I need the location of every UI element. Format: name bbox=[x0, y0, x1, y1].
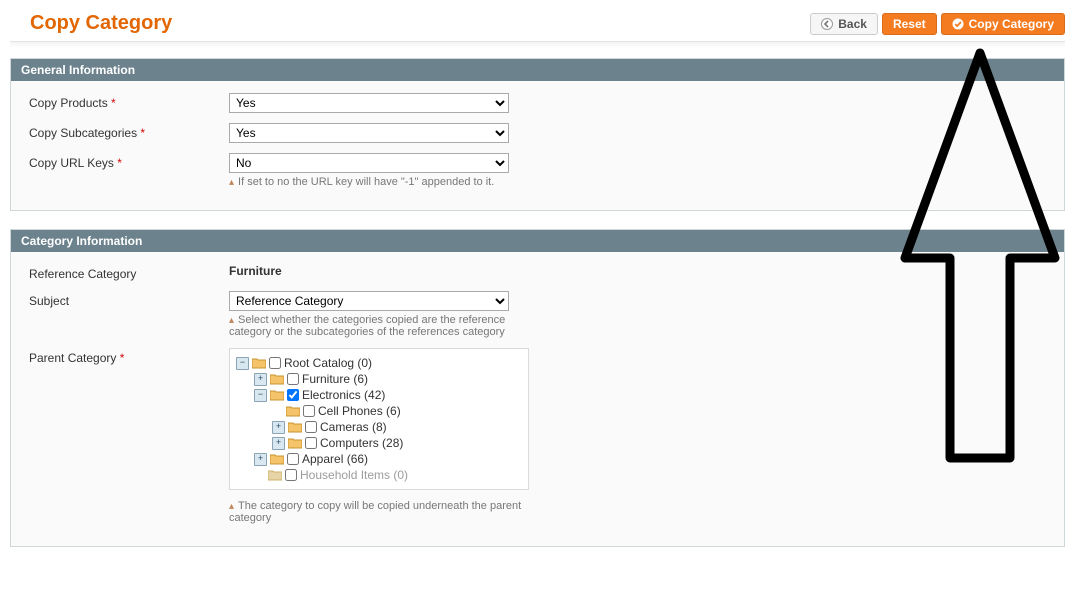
copy-category-button[interactable]: Copy Category bbox=[941, 13, 1065, 35]
tree-node-household: Household Items (0) bbox=[254, 467, 524, 483]
folder-open-icon bbox=[270, 389, 284, 401]
reset-button[interactable]: Reset bbox=[882, 13, 937, 35]
section-category-title: Category Information bbox=[11, 230, 1064, 252]
expand-icon[interactable]: + bbox=[272, 437, 285, 450]
expand-icon[interactable]: + bbox=[254, 373, 267, 386]
subject-select[interactable]: Reference Category bbox=[229, 291, 509, 311]
section-category: Category Information Reference Category … bbox=[10, 229, 1065, 547]
tree-node-label[interactable]: Root Catalog (0) bbox=[284, 356, 372, 370]
parent-category-label: Parent Category * bbox=[29, 348, 229, 365]
collapse-icon[interactable]: − bbox=[236, 357, 249, 370]
tree-node-label[interactable]: Cell Phones (6) bbox=[318, 404, 401, 418]
page-header: Copy Category Back Reset Copy Category bbox=[10, 12, 1065, 41]
tree-checkbox[interactable] bbox=[287, 373, 299, 385]
folder-open-icon bbox=[252, 357, 266, 369]
copy-products-label: Copy Products * bbox=[29, 93, 229, 110]
copy-url-keys-select[interactable]: No bbox=[229, 153, 509, 173]
parent-category-hint: The category to copy will be copied unde… bbox=[229, 500, 549, 524]
tree-node-apparel: + Apparel (66) bbox=[254, 451, 524, 467]
folder-icon bbox=[288, 421, 302, 433]
folder-icon bbox=[288, 437, 302, 449]
tree-node-cameras: + Cameras (8) bbox=[272, 419, 524, 435]
folder-icon bbox=[268, 469, 282, 481]
back-arrow-icon bbox=[821, 18, 833, 30]
tree-checkbox[interactable] bbox=[285, 469, 297, 481]
section-general: General Information Copy Products * Yes … bbox=[10, 58, 1065, 211]
tree-checkbox[interactable] bbox=[303, 405, 315, 417]
tree-checkbox[interactable] bbox=[269, 357, 281, 369]
folder-icon bbox=[286, 405, 300, 417]
subject-hint: Select whether the categories copied are… bbox=[229, 314, 529, 338]
copy-url-keys-label: Copy URL Keys * bbox=[29, 153, 229, 170]
category-tree[interactable]: − Root Catalog (0) + bbox=[229, 348, 529, 490]
tree-checkbox[interactable] bbox=[305, 437, 317, 449]
check-circle-icon bbox=[952, 18, 964, 30]
copy-subcategories-select[interactable]: Yes bbox=[229, 123, 509, 143]
section-general-title: General Information bbox=[11, 59, 1064, 81]
tree-node-label[interactable]: Apparel (66) bbox=[302, 452, 368, 466]
page-title: Copy Category bbox=[30, 12, 172, 35]
subject-label: Subject bbox=[29, 291, 229, 308]
copy-products-select[interactable]: Yes bbox=[229, 93, 509, 113]
back-button[interactable]: Back bbox=[810, 13, 878, 35]
tree-checkbox[interactable] bbox=[305, 421, 317, 433]
tree-node-electronics: − Electronics (42) bbox=[254, 387, 524, 403]
tree-node-label[interactable]: Furniture (6) bbox=[302, 372, 368, 386]
tree-node-root: − Root Catalog (0) bbox=[236, 355, 524, 371]
expand-icon[interactable]: + bbox=[254, 453, 267, 466]
expand-icon[interactable]: + bbox=[272, 421, 285, 434]
tree-node-label[interactable]: Computers (28) bbox=[320, 436, 403, 450]
tree-node-label[interactable]: Cameras (8) bbox=[320, 420, 387, 434]
copy-url-keys-hint: If set to no the URL key will have "-1" … bbox=[229, 176, 509, 188]
back-button-label: Back bbox=[838, 17, 867, 31]
collapse-icon[interactable]: − bbox=[254, 389, 267, 402]
tree-node-cell-phones: Cell Phones (6) bbox=[272, 403, 524, 419]
tree-node-label[interactable]: Household Items (0) bbox=[300, 468, 408, 482]
tree-checkbox[interactable] bbox=[287, 389, 299, 401]
tree-node-computers: + Computers (28) bbox=[272, 435, 524, 451]
copy-category-button-label: Copy Category bbox=[969, 17, 1054, 31]
tree-node-label[interactable]: Electronics (42) bbox=[302, 388, 385, 402]
copy-subcategories-label: Copy Subcategories * bbox=[29, 123, 229, 140]
reset-button-label: Reset bbox=[893, 17, 926, 31]
toolbar: Back Reset Copy Category bbox=[810, 13, 1065, 35]
header-divider bbox=[10, 41, 1065, 48]
reference-category-label: Reference Category bbox=[29, 264, 229, 281]
tree-node-furniture: + Furniture (6) bbox=[254, 371, 524, 387]
folder-icon bbox=[270, 453, 284, 465]
folder-icon bbox=[270, 373, 284, 385]
tree-checkbox[interactable] bbox=[287, 453, 299, 465]
reference-category-value: Furniture bbox=[229, 264, 282, 278]
